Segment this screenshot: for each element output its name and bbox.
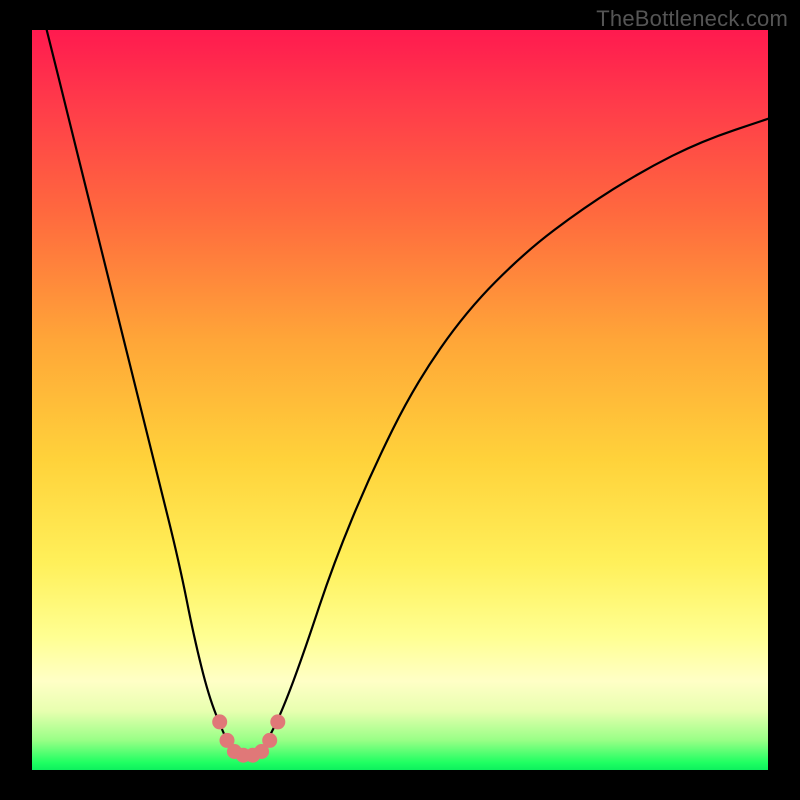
marker-dot — [212, 714, 227, 729]
bottom-marker-dots — [212, 714, 285, 762]
chart-plot-area — [32, 30, 768, 770]
bottleneck-curve — [47, 30, 768, 755]
marker-dot — [270, 714, 285, 729]
chart-frame: TheBottleneck.com — [0, 0, 800, 800]
chart-svg — [32, 30, 768, 770]
watermark-text: TheBottleneck.com — [596, 6, 788, 32]
marker-dot — [262, 733, 277, 748]
